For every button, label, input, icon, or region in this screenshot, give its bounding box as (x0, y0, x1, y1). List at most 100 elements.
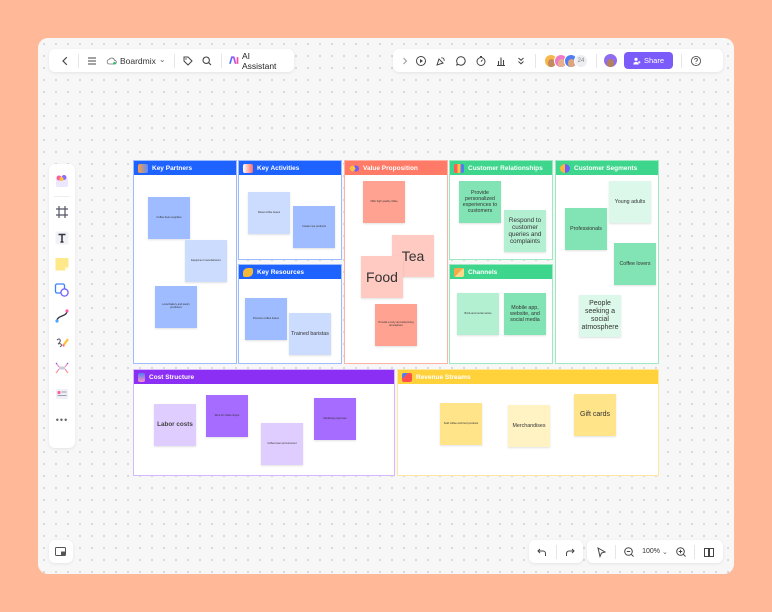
back-button[interactable] (55, 51, 74, 71)
panel-title: Key Partners (152, 164, 193, 172)
panel-key-resources: Key Resources Premium coffee beans Train… (238, 264, 342, 364)
ai-assistant-button[interactable]: AI Assistant (225, 51, 288, 71)
comment-icon (456, 55, 466, 66)
panel-title: Value Proposition (363, 164, 418, 172)
frame-tool[interactable] (52, 202, 72, 222)
panel-header: Key Resources (239, 265, 341, 279)
panel-key-partners: Key Partners Coffee bean suppliers Equip… (133, 160, 237, 364)
sticky-note[interactable]: Gift cards (574, 394, 616, 436)
sticky-note[interactable]: Food (361, 256, 403, 298)
timer-icon (476, 55, 486, 66)
panel-header: Value Proposition (345, 161, 447, 175)
value-icon (349, 163, 359, 173)
divider (694, 544, 696, 559)
divider (555, 544, 557, 559)
search-button[interactable] (198, 51, 217, 71)
sticky-note[interactable]: Professionals (565, 208, 607, 250)
panel-header: Key Activities (239, 161, 341, 175)
zoom-level-dropdown[interactable]: 100% ⌄ (639, 548, 671, 556)
sticky-note[interactable]: Mobile app, website, and social media (504, 293, 546, 335)
mindmap-tool[interactable] (52, 358, 72, 378)
book-icon (704, 547, 715, 557)
sticky-note[interactable]: Brick-and-mortar stores (457, 293, 499, 335)
chevron-right-icon (403, 57, 408, 64)
sticky-note[interactable]: Roast coffee beans (248, 192, 290, 234)
divider (78, 53, 79, 68)
sticky-note[interactable]: Provide personalized experiences to cust… (459, 181, 501, 223)
sticky-note-tool[interactable] (52, 254, 72, 274)
minimap-icon (55, 546, 66, 556)
divider (596, 53, 597, 68)
cloud-icon (106, 57, 117, 64)
more-tools-button[interactable] (511, 51, 531, 71)
board-name-dropdown[interactable]: Boardmix ⌄ (102, 55, 170, 66)
zoom-in-button[interactable] (671, 542, 691, 562)
zoom-out-button[interactable] (620, 542, 640, 562)
book-button[interactable] (699, 542, 719, 562)
mindmap-icon (55, 362, 69, 374)
tag-icon (183, 56, 193, 66)
panel-title: Key Resources (257, 268, 304, 276)
redo-button[interactable] (560, 542, 579, 562)
undo-button[interactable] (533, 542, 552, 562)
select-tool-button[interactable] (591, 542, 611, 562)
timer-button[interactable] (471, 51, 491, 71)
present-button[interactable] (411, 51, 431, 71)
panel-title: Cost Structure (149, 373, 195, 381)
panel-header: Channels (450, 265, 552, 279)
panel-channels: Channels Brick-and-mortar stores Mobile … (449, 264, 553, 364)
cursor-icon (597, 546, 607, 558)
sticky-note[interactable]: Respond to customer queries and complain… (504, 210, 546, 252)
sticky-note[interactable]: People seeking a social atmosphere (579, 295, 621, 337)
relationships-icon (454, 163, 464, 173)
comment-button[interactable] (451, 51, 471, 71)
sticky-note[interactable]: Coffee lovers (614, 243, 656, 285)
more-templates-tool[interactable] (52, 384, 72, 404)
collaborators-avatars[interactable]: 24 (544, 53, 588, 68)
sticky-note[interactable]: Create new products (293, 206, 335, 248)
tag-button[interactable] (179, 51, 198, 71)
celebrate-button[interactable] (431, 51, 451, 71)
panel-revenue-streams: Revenue Streams Sold coffee and food pro… (397, 369, 659, 476)
sticky-note[interactable]: Offer high quality coffee (363, 181, 405, 223)
sticky-note[interactable]: Young adults (609, 181, 651, 223)
sticky-note[interactable]: Sold coffee and food products (440, 403, 482, 445)
divider (681, 53, 683, 68)
help-button[interactable] (686, 51, 706, 71)
text-tool[interactable] (52, 228, 72, 248)
sticky-note[interactable]: Premium coffee beans (245, 298, 287, 340)
resources-icon (243, 267, 253, 277)
vote-button[interactable] (491, 51, 511, 71)
panel-cost-structure: Cost Structure Labor costs Rent for coff… (133, 369, 395, 476)
menu-button[interactable] (83, 51, 102, 71)
user-add-icon (633, 57, 641, 64)
panel-title: Channels (468, 268, 498, 276)
current-user-avatar[interactable] (603, 53, 618, 68)
sticky-note-icon (55, 258, 69, 271)
sticky-note[interactable]: Rent for coffee shops (206, 395, 248, 437)
sticky-note[interactable]: Local bakery and pastry producers (155, 286, 197, 328)
zoom-level: 100% (642, 548, 661, 555)
shapes-tool[interactable] (52, 280, 72, 300)
sticky-note[interactable]: Marketing expenses (314, 398, 356, 440)
more-button[interactable]: ••• (52, 410, 72, 430)
party-popper-icon (436, 56, 445, 66)
channels-icon (454, 267, 464, 277)
sticky-note[interactable]: Labor costs (154, 404, 196, 446)
pen-tool[interactable] (52, 332, 72, 352)
collaborator-count[interactable]: 24 (574, 53, 588, 68)
sticky-note[interactable]: Coffee bean suppliers (148, 197, 190, 239)
collapse-toolbar-button[interactable] (399, 51, 411, 71)
templates-tool[interactable] (52, 171, 72, 191)
play-icon (416, 55, 426, 66)
share-button[interactable]: Share (624, 52, 674, 69)
sticky-note[interactable]: Provide a cozy and welcoming atmosphere (375, 304, 417, 346)
connector-tool[interactable] (52, 306, 72, 326)
double-chevron-down-icon (518, 57, 524, 64)
minimap-button[interactable] (49, 540, 73, 563)
sticky-note[interactable]: Trained baristas (289, 313, 331, 355)
sticky-note[interactable]: Merchandises (508, 405, 550, 447)
sticky-note[interactable]: Coffee bean procurement (261, 423, 303, 465)
sticky-note[interactable]: Equipment manufacturers (185, 240, 227, 282)
segments-icon (560, 163, 570, 173)
